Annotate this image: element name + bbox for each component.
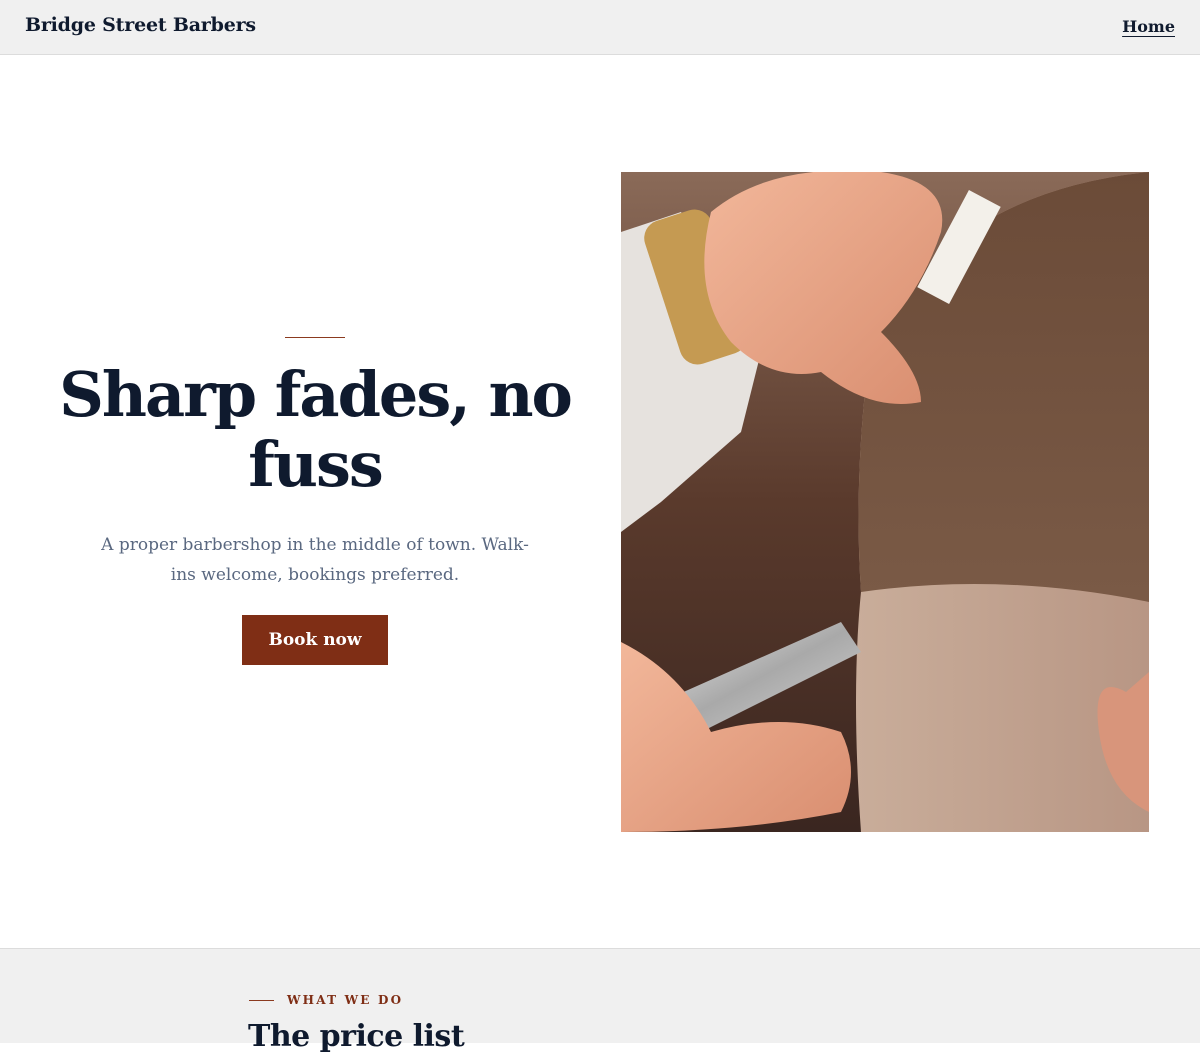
section-eyebrow: WHAT WE DO xyxy=(287,993,404,1007)
brand-logo-text[interactable]: Bridge Street Barbers xyxy=(25,14,256,36)
barber-photo-icon xyxy=(621,172,1149,832)
hero-divider xyxy=(285,337,345,338)
eyebrow-divider xyxy=(249,1000,274,1001)
hero-title: Sharp fades, no fuss xyxy=(59,358,573,501)
hero-image xyxy=(621,172,1149,832)
hero-section: Sharp fades, no fuss A proper barbershop… xyxy=(0,55,1200,948)
services-section: WHAT WE DO The price list xyxy=(0,948,1200,1054)
nav-home-link[interactable]: Home xyxy=(1122,17,1175,36)
site-header: Bridge Street Barbers Home xyxy=(0,0,1200,55)
hero-subtitle: A proper barbershop in the middle of tow… xyxy=(101,535,529,585)
hero-content: Sharp fades, no fuss A proper barbershop… xyxy=(30,55,600,948)
book-now-button[interactable]: Book now xyxy=(242,615,388,665)
section-title: The price list xyxy=(248,1019,465,1054)
